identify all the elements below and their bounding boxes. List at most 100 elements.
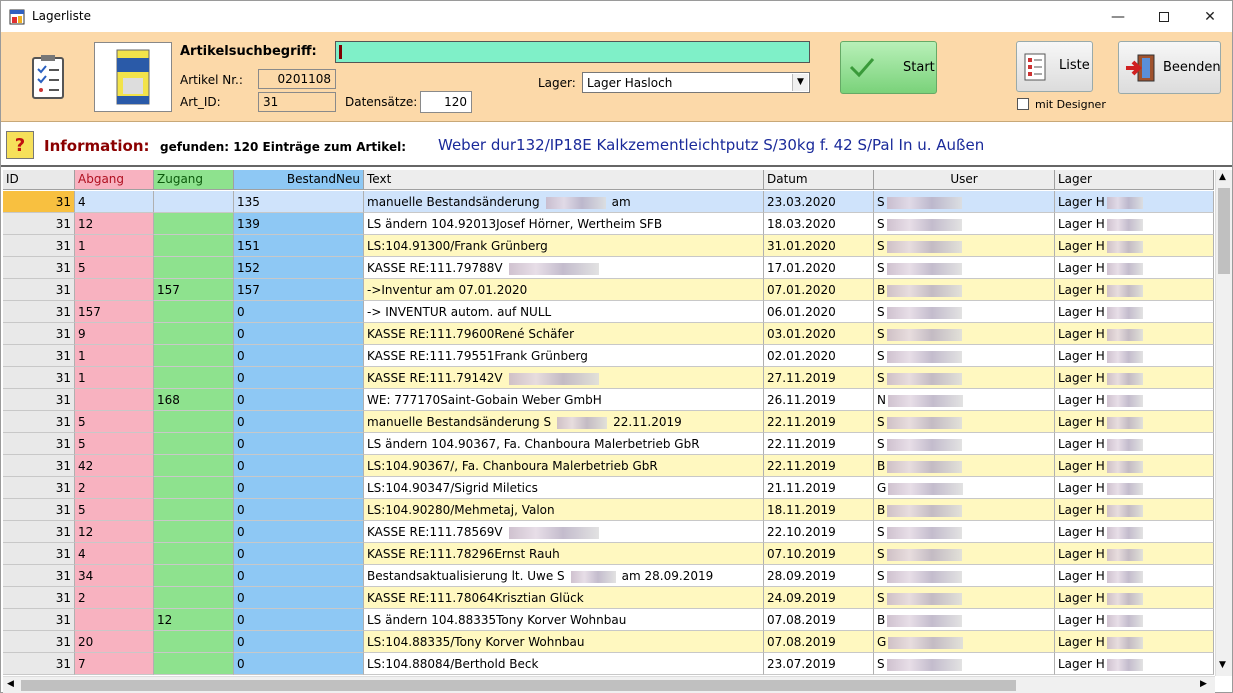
cell-datum[interactable]: 31.01.2020 [764,235,874,257]
cell-zugang[interactable]: 157 [154,279,234,301]
cell-zugang[interactable] [154,521,234,543]
minimize-button[interactable]: — [1095,1,1141,32]
cell-text[interactable]: KASSE RE:111.79551Frank Grünberg [364,345,764,367]
cell-user[interactable]: B [874,499,1055,521]
cell-text[interactable]: LS:104.90347/Sigrid Miletics [364,477,764,499]
cell-zugang[interactable]: 168 [154,389,234,411]
cell-lager[interactable]: Lager H [1055,323,1214,345]
cell-datum[interactable]: 06.01.2020 [764,301,874,323]
cell-text[interactable]: KASSE RE:111.79600René Schäfer [364,323,764,345]
cell-id[interactable]: 31 [3,587,75,609]
cell-text[interactable]: KASSE RE:111.79142V [364,367,764,389]
cell-datum[interactable]: 07.08.2019 [764,609,874,631]
cell-abgang[interactable] [75,609,154,631]
cell-text[interactable]: LS:104.88084/Berthold Beck [364,653,764,675]
cell-lager[interactable]: Lager H [1055,609,1214,631]
column-header-id[interactable]: ID [3,170,75,190]
cell-datum[interactable]: 07.08.2019 [764,631,874,653]
cell-datum[interactable]: 18.03.2020 [764,213,874,235]
cell-abgang[interactable]: 4 [75,543,154,565]
cell-text[interactable]: LS:104.91300/Frank Grünberg [364,235,764,257]
art-id-field[interactable]: 31 [258,92,336,112]
cell-zugang[interactable] [154,653,234,675]
column-header-abgang[interactable]: Abgang [75,170,154,190]
column-header-user[interactable]: User [874,170,1055,190]
cell-user[interactable]: S [874,433,1055,455]
cell-user[interactable]: S [874,257,1055,279]
table-row[interactable]: 31 4 0 KASSE RE:111.78296Ernst Rauh 07.10.20… [3,543,1214,565]
cell-bestandneu[interactable]: 0 [234,367,364,389]
cell-bestandneu[interactable]: 0 [234,411,364,433]
cell-bestandneu[interactable]: 0 [234,433,364,455]
cell-bestandneu[interactable]: 0 [234,345,364,367]
cell-bestandneu[interactable]: 0 [234,499,364,521]
cell-user[interactable]: B [874,279,1055,301]
cell-user[interactable]: S [874,521,1055,543]
cell-id[interactable]: 31 [3,235,75,257]
cell-zugang[interactable] [154,367,234,389]
cell-user[interactable]: B [874,455,1055,477]
cell-bestandneu[interactable]: 0 [234,389,364,411]
cell-user[interactable]: S [874,213,1055,235]
cell-text[interactable]: KASSE RE:111.79788V [364,257,764,279]
cell-lager[interactable]: Lager H [1055,279,1214,301]
cell-abgang[interactable] [75,279,154,301]
cell-lager[interactable]: Lager H [1055,565,1214,587]
cell-zugang[interactable] [154,411,234,433]
cell-datum[interactable]: 18.11.2019 [764,499,874,521]
cell-abgang[interactable]: 157 [75,301,154,323]
cell-lager[interactable]: Lager H [1055,543,1214,565]
table-row[interactable]: 31 2 0 LS:104.90347/Sigrid Miletics 21.11.20… [3,477,1214,499]
liste-button[interactable]: Liste [1016,41,1093,92]
cell-abgang[interactable]: 9 [75,323,154,345]
cell-lager[interactable]: Lager H [1055,587,1214,609]
cell-abgang[interactable]: 1 [75,235,154,257]
cell-id[interactable]: 31 [3,433,75,455]
cell-id[interactable]: 31 [3,257,75,279]
cell-lager[interactable]: Lager H [1055,631,1214,653]
search-input[interactable] [335,41,810,63]
cell-bestandneu[interactable]: 151 [234,235,364,257]
cell-user[interactable]: S [874,565,1055,587]
cell-abgang[interactable]: 1 [75,345,154,367]
cell-text[interactable]: LS ändern 104.90367, Fa. Chanboura Maler… [364,433,764,455]
cell-datum[interactable]: 22.11.2019 [764,455,874,477]
table-row[interactable]: 31 12 0 KASSE RE:111.78569V 22.10.2019 S Lager… [3,521,1214,543]
table-row[interactable]: 31 34 0 Bestandsaktualisierung lt. Uwe Sam … [3,565,1214,587]
column-header-text[interactable]: Text [364,170,764,190]
column-header-lager[interactable]: Lager [1055,170,1214,190]
scroll-thumb[interactable] [1218,188,1230,274]
maximize-button[interactable] [1141,1,1187,32]
cell-user[interactable]: S [874,191,1055,213]
cell-bestandneu[interactable]: 0 [234,543,364,565]
cell-bestandneu[interactable]: 0 [234,653,364,675]
cell-datum[interactable]: 26.11.2019 [764,389,874,411]
cell-text[interactable]: LS ändern 104.92013Josef Hörner, Werthei… [364,213,764,235]
table-row[interactable]: 31 157 157 ->Inventur am 07.01.2020 07.01.20… [3,279,1214,301]
column-header-datum[interactable]: Datum [764,170,874,190]
scroll-up-icon[interactable]: ▲ [1219,172,1226,182]
vertical-scrollbar[interactable]: ▲ ▼ [1215,170,1232,676]
cell-datum[interactable]: 22.10.2019 [764,521,874,543]
cell-user[interactable]: S [874,543,1055,565]
cell-id[interactable]: 31 [3,191,75,213]
column-header-bestandneu[interactable]: BestandNeu [234,170,364,190]
cell-bestandneu[interactable]: 0 [234,565,364,587]
cell-zugang[interactable] [154,257,234,279]
cell-text[interactable]: KASSE RE:111.78296Ernst Rauh [364,543,764,565]
cell-id[interactable]: 31 [3,455,75,477]
cell-id[interactable]: 31 [3,367,75,389]
cell-zugang[interactable] [154,499,234,521]
cell-datum[interactable]: 03.01.2020 [764,323,874,345]
cell-lager[interactable]: Lager H [1055,499,1214,521]
cell-lager[interactable]: Lager H [1055,345,1214,367]
table-row[interactable]: 31 12 0 LS ändern 104.88335Tony Korver Wohn… [3,609,1214,631]
cell-id[interactable]: 31 [3,565,75,587]
cell-zugang[interactable] [154,455,234,477]
table-row[interactable]: 31 5 0 manuelle Bestandsänderung S 22.11.201… [3,411,1214,433]
cell-text[interactable]: KASSE RE:111.78064Krisztian Glück [364,587,764,609]
table-row[interactable]: 31 157 0 -> INVENTUR autom. auf NULL 06.01.2… [3,301,1214,323]
cell-text[interactable]: ->Inventur am 07.01.2020 [364,279,764,301]
table-row[interactable]: 31 2 0 KASSE RE:111.78064Krisztian Glück 24.… [3,587,1214,609]
cell-user[interactable]: S [874,345,1055,367]
